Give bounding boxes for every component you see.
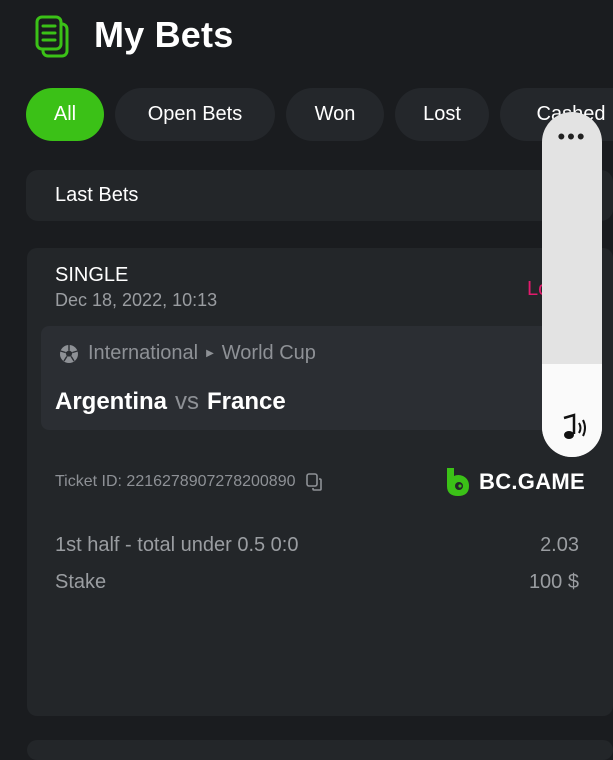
next-bet-card[interactable]	[27, 740, 613, 760]
bet-card[interactable]: SINGLE Dec 18, 2022, 10:13 Lost Internat…	[27, 248, 613, 716]
versus-label: vs	[175, 388, 200, 415]
ticket-id: Ticket ID: 2216278907278200890	[55, 472, 325, 492]
filter-tabs: All Open Bets Won Lost Cashed	[26, 88, 613, 141]
selection-row: 1st half - total under 0.5 0:0 2.03	[55, 534, 579, 557]
selection-label: 1st half - total under 0.5 0:0	[55, 534, 299, 556]
bet-date: Dec 18, 2022, 10:13	[55, 290, 218, 310]
match-teams: Argentina vs France	[55, 388, 286, 416]
chevron-right-icon: ▶	[206, 348, 214, 359]
league-name: International	[88, 342, 199, 364]
floating-media-panel[interactable]: •••	[542, 112, 602, 457]
tab-lost[interactable]: Lost	[395, 88, 489, 141]
tab-open-bets[interactable]: Open Bets	[115, 88, 275, 141]
tab-all[interactable]: All	[26, 88, 104, 141]
page-title: My Bets	[94, 14, 234, 55]
away-team: France	[207, 388, 286, 415]
brand-logo: BC.GAME	[445, 466, 585, 498]
header	[34, 14, 74, 60]
music-note-icon[interactable]	[554, 412, 590, 444]
brand-name: BC.GAME	[479, 469, 585, 494]
last-bets-section[interactable]: Last Bets	[26, 170, 613, 221]
home-team: Argentina	[55, 388, 168, 415]
soccer-ball-icon	[60, 345, 78, 363]
odds-value: 2.03	[540, 534, 579, 556]
ticket-id-text: Ticket ID: 2216278907278200890	[55, 473, 296, 490]
bcgame-logo-icon	[447, 468, 469, 496]
competition-name: World Cup	[221, 342, 316, 364]
bet-type: SINGLE	[55, 264, 129, 286]
stake-row: Stake 100 $	[55, 571, 579, 594]
tab-won[interactable]: Won	[286, 88, 384, 141]
section-label: Last Bets	[55, 184, 139, 206]
stake-label: Stake	[55, 571, 107, 593]
more-icon[interactable]: •••	[542, 126, 602, 148]
breadcrumb: International ▶ World Cup	[88, 342, 316, 365]
stake-value: 100 $	[528, 571, 579, 593]
copy-icon[interactable]	[305, 472, 325, 492]
match-info[interactable]: International ▶ World Cup Argentina vs F…	[41, 326, 601, 430]
document-icon	[35, 15, 69, 58]
